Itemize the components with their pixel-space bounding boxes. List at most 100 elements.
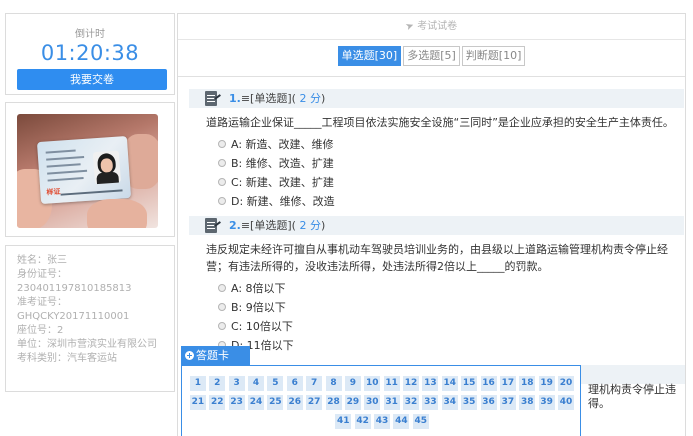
- id-card-image: 样证: [36, 135, 132, 205]
- question-number-cell[interactable]: 33: [422, 395, 439, 410]
- question-number-cell[interactable]: 7: [306, 376, 323, 391]
- option-a[interactable]: A: 新造、改建、维修: [218, 134, 685, 153]
- photo-panel: 样证: [5, 102, 175, 237]
- candidate-info-panel: 姓名：张三 身份证号： 230401197810185813 准考证号： GHQ…: [5, 245, 175, 392]
- option-list: A: 新造、改建、维修 B: 维修、改造、扩建 C: 新建、改建、扩建 D: 新…: [218, 134, 685, 210]
- option-c[interactable]: C: 10倍以下: [218, 316, 685, 335]
- question-number-cell[interactable]: 35: [461, 395, 478, 410]
- radio-button[interactable]: [218, 177, 226, 186]
- option-b[interactable]: B: 9倍以下: [218, 297, 685, 316]
- option-b[interactable]: B: 维修、改造、扩建: [218, 153, 685, 172]
- id-number-label: 身份证号：: [17, 269, 67, 280]
- question-number-cell[interactable]: 39: [538, 395, 555, 410]
- exam-number-value: GHQCKY20171110001: [17, 311, 130, 322]
- question-title: 2.≡[单选题]( 2 分): [229, 219, 326, 232]
- submit-exam-button[interactable]: 我要交卷: [17, 69, 167, 90]
- question-number-cell[interactable]: 18: [519, 376, 536, 391]
- question-number-cell[interactable]: 42: [354, 414, 371, 429]
- answer-card-label: 答题卡: [196, 349, 229, 362]
- document-edit-icon: [205, 218, 221, 234]
- question-number-cell[interactable]: 34: [441, 395, 458, 410]
- question-number-cell[interactable]: 45: [412, 414, 429, 429]
- plus-circle-icon: [185, 351, 194, 360]
- paper-title: 考试试卷: [417, 21, 458, 32]
- question-number-cell[interactable]: 36: [480, 395, 497, 410]
- question-number-cell[interactable]: 40: [558, 395, 575, 410]
- radio-button[interactable]: [218, 321, 226, 330]
- question-number-cell[interactable]: 25: [267, 395, 284, 410]
- option-d[interactable]: D: 新建、维修、改造: [218, 191, 685, 210]
- question-stem: 违反规定未经许可擅自从事机动车驾驶员培训业务的，由县级以上道路运输管理机构责令停…: [206, 243, 668, 273]
- question-number-cell[interactable]: 12: [403, 376, 420, 391]
- question-number-cell[interactable]: 9: [344, 376, 361, 391]
- radio-button[interactable]: [218, 283, 226, 292]
- question-number-cell[interactable]: 8: [325, 376, 342, 391]
- question-number-cell[interactable]: 10: [364, 376, 381, 391]
- countdown-timer: 01:20:38: [40, 41, 140, 65]
- tab-true-false[interactable]: 判断题[10]: [461, 46, 526, 66]
- radio-button[interactable]: [218, 139, 226, 148]
- radio-button[interactable]: [218, 302, 226, 311]
- question-number-cell[interactable]: 20: [558, 376, 575, 391]
- radio-button[interactable]: [218, 196, 226, 205]
- question-number-cell[interactable]: 43: [374, 414, 390, 429]
- option-list: A: 8倍以下 B: 9倍以下 C: 10倍以下 D: 11倍以下: [218, 278, 685, 354]
- answer-number-grid: 1 2 3 4 5 6 7 8 9 10 11 12 13 14 15 16 17 18 19 2021 22 23 24 2…: [187, 376, 577, 433]
- question-number-cell[interactable]: 5: [267, 376, 284, 391]
- paper-plane-icon: ➤: [403, 19, 416, 34]
- document-edit-icon: [205, 91, 221, 107]
- option-c[interactable]: C: 新建、改建、扩建: [218, 172, 685, 191]
- answer-card: 1 2 3 4 5 6 7 8 9 10 11 12 13 14 15 16 17 18 19 2021 22 23 24 2…: [181, 365, 581, 436]
- question-number: 1.: [229, 92, 241, 105]
- question-number-cell[interactable]: 16: [480, 376, 497, 391]
- exam-category: 考科类别：汽车客运站: [17, 353, 117, 364]
- question-number-cell[interactable]: 4: [248, 376, 265, 391]
- answer-card-toggle[interactable]: 答题卡: [181, 346, 250, 365]
- question-number-cell[interactable]: 11: [383, 376, 400, 391]
- option-a[interactable]: A: 8倍以下: [218, 278, 685, 297]
- question-number-cell[interactable]: 38: [519, 395, 536, 410]
- question-header: 2.≡[单选题]( 2 分): [189, 216, 684, 235]
- question-number-cell[interactable]: 23: [228, 395, 245, 410]
- tab-single-choice[interactable]: 单选题[30]: [337, 46, 402, 66]
- question-points: 2 分: [299, 92, 321, 105]
- question-number-cell[interactable]: 29: [344, 395, 361, 410]
- question-number-cell[interactable]: 37: [499, 395, 516, 410]
- question-number-cell[interactable]: 26: [286, 395, 303, 410]
- question-points: 2 分: [299, 219, 321, 232]
- question-stem: 道路运输企业保证_____工程项目依法实施安全设施“三同时”是企业应承担的安全生…: [206, 116, 674, 129]
- id-card-photo: 样证: [17, 114, 158, 228]
- question-number-cell[interactable]: 24: [248, 395, 265, 410]
- tab-multiple-choice[interactable]: 多选题[5]: [403, 46, 460, 66]
- question-number-cell[interactable]: 28: [325, 395, 342, 410]
- question-number-cell[interactable]: 21: [189, 395, 206, 410]
- id-number-value: 230401197810185813: [17, 283, 132, 294]
- question-number: 2.: [229, 219, 241, 232]
- question-number-cell[interactable]: 2: [209, 376, 226, 391]
- question-number-cell[interactable]: 32: [403, 395, 420, 410]
- question-number-cell[interactable]: 31: [383, 395, 400, 410]
- question-number-cell[interactable]: 19: [538, 376, 555, 391]
- question-number-cell[interactable]: 1: [189, 376, 206, 391]
- question-number-cell[interactable]: 44: [393, 414, 410, 429]
- question-number-cell[interactable]: 3: [228, 376, 245, 391]
- exam-number-label: 准考证号：: [17, 297, 67, 308]
- candidate-name: 姓名：张三: [17, 255, 67, 266]
- question-number-cell[interactable]: 14: [441, 376, 458, 391]
- seat-number: 座位号：2: [17, 325, 64, 336]
- question-title: 1.≡[单选题]( 2 分): [229, 92, 326, 105]
- work-unit: 单位：深圳市营滨实业有限公司: [17, 339, 157, 350]
- question-number-cell[interactable]: 22: [209, 395, 226, 410]
- question-number-cell[interactable]: 17: [499, 376, 516, 391]
- option-d[interactable]: D: 11倍以下: [218, 335, 685, 354]
- question-number-cell[interactable]: 27: [306, 395, 323, 410]
- question-number-cell[interactable]: 15: [461, 376, 478, 391]
- question-number-cell[interactable]: 41: [335, 414, 352, 429]
- question-type: ≡[单选题]: [240, 219, 292, 232]
- question-number-cell[interactable]: 30: [364, 395, 381, 410]
- question-header: 1.≡[单选题]( 2 分): [189, 89, 684, 108]
- radio-button[interactable]: [218, 158, 226, 167]
- question-list: 1.≡[单选题]( 2 分) 道路运输企业保证_____工程项目依法实施安全设施…: [178, 89, 685, 410]
- question-number-cell[interactable]: 6: [286, 376, 303, 391]
- question-number-cell[interactable]: 13: [422, 376, 439, 391]
